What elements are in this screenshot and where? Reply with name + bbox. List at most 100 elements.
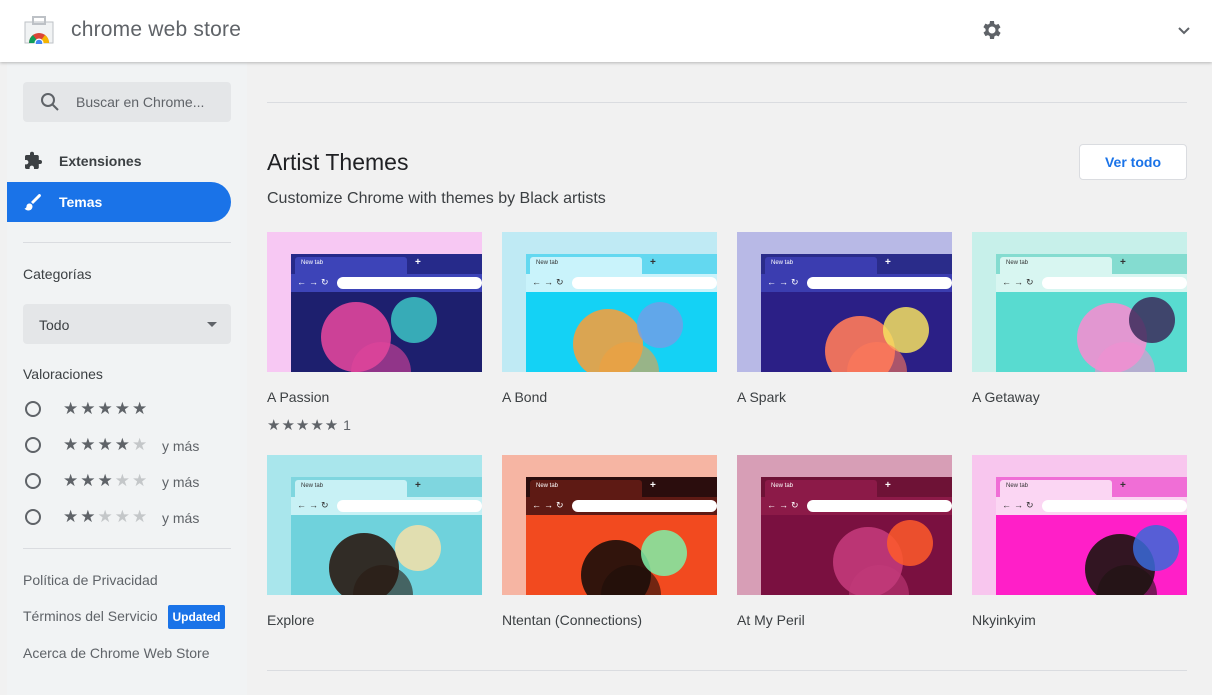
nav-arrows-icon: ←→↻	[1002, 277, 1037, 287]
artwork-shape	[641, 530, 687, 576]
theme-thumbnail[interactable]: New tab + ←→↻	[737, 455, 952, 595]
preview-tab-label: New tab	[536, 260, 559, 266]
preview-tab-label: New tab	[771, 260, 794, 266]
nav-arrows-icon: ←→↻	[297, 500, 332, 510]
preview-tab: New tab	[530, 480, 642, 497]
browser-preview: New tab + ←→↻	[996, 477, 1187, 595]
rating-suffix: y más	[162, 510, 200, 526]
theme-title[interactable]: A Getaway	[972, 389, 1040, 405]
nav-arrows-icon: ←→↻	[767, 277, 802, 287]
rating-filter-4[interactable]: ★★★★★ y más	[23, 434, 231, 458]
theme-title[interactable]: A Bond	[502, 389, 547, 405]
nav-arrows-icon: ←→↻	[1002, 500, 1037, 510]
nav-item-themes[interactable]: Temas	[7, 182, 231, 222]
theme-card[interactable]: New tab + ←→↻ A Getaway	[972, 232, 1187, 432]
star-rating-icon: ★★★★★	[63, 435, 150, 454]
preview-toolbar: ←→↻	[526, 497, 717, 515]
section-subtitle: Customize Chrome with themes by Black ar…	[267, 190, 606, 207]
browser-preview: New tab + ←→↻	[526, 254, 717, 372]
theme-thumbnail[interactable]: New tab + ←→↻	[737, 232, 952, 372]
preview-toolbar: ←→↻	[996, 497, 1187, 515]
theme-thumbnail[interactable]: New tab + ←→↻	[972, 232, 1187, 372]
chevron-down-icon[interactable]	[1174, 21, 1194, 41]
gear-icon[interactable]	[980, 18, 1004, 42]
theme-thumbnail[interactable]: New tab + ←→↻	[267, 455, 482, 595]
preview-toolbar: ←→↻	[996, 274, 1187, 292]
theme-thumbnail[interactable]: New tab + ←→↻	[972, 455, 1187, 595]
preview-tab-label: New tab	[301, 483, 324, 489]
theme-card[interactable]: New tab + ←→↻ A Passion ★★★★★ 1	[267, 232, 482, 434]
preview-omnibox	[1042, 500, 1187, 512]
theme-thumbnail[interactable]: New tab + ←→↻	[502, 455, 717, 595]
brush-icon	[24, 194, 41, 211]
star-rating-icon: ★★★★★	[63, 471, 150, 490]
new-tab-icon: +	[885, 257, 891, 268]
theme-card[interactable]: New tab + ←→↻ Ntentan (Connections)	[502, 455, 717, 655]
category-select-value: Todo	[39, 317, 70, 333]
new-tab-icon: +	[650, 257, 656, 268]
rating-count: 1	[343, 417, 351, 433]
rating-filter-3[interactable]: ★★★★★ y más	[23, 470, 231, 494]
radio-button[interactable]	[25, 437, 41, 453]
rating-suffix: y más	[162, 474, 200, 490]
preview-toolbar: ←→↻	[291, 274, 482, 292]
theme-title[interactable]: Nkyinkyim	[972, 612, 1036, 628]
preview-tab-label: New tab	[301, 260, 324, 266]
about-link[interactable]: Acerca de Chrome Web Store	[23, 645, 210, 661]
new-tab-icon: +	[415, 480, 421, 491]
theme-title[interactable]: A Passion	[267, 389, 329, 405]
preview-omnibox	[337, 500, 482, 512]
rating-filter-5[interactable]: ★★★★★	[23, 398, 231, 422]
rating-filter-2[interactable]: ★★★★★ y más	[23, 506, 231, 530]
new-tab-icon: +	[415, 257, 421, 268]
sidebar-divider	[23, 548, 231, 549]
search-input[interactable]: Buscar en Chrome...	[23, 82, 231, 122]
artwork-shape	[1133, 525, 1179, 571]
preview-tabbar: New tab +	[291, 477, 482, 497]
terms-link[interactable]: Términos del Servicio	[23, 608, 158, 624]
chrome-web-store-logo[interactable]	[24, 16, 54, 44]
preview-tab-label: New tab	[536, 483, 559, 489]
theme-title[interactable]: Explore	[267, 612, 314, 628]
updated-badge: Updated	[168, 605, 225, 629]
radio-button[interactable]	[25, 401, 41, 417]
new-tab-icon: +	[650, 480, 656, 491]
preview-tabbar: New tab +	[996, 254, 1187, 274]
section-title: Artist Themes	[267, 149, 409, 175]
theme-card[interactable]: New tab + ←→↻ At My Peril	[737, 455, 952, 655]
privacy-link[interactable]: Política de Privacidad	[23, 572, 158, 588]
preview-tabbar: New tab +	[526, 477, 717, 497]
preview-tabbar: New tab +	[761, 254, 952, 274]
preview-toolbar: ←→↻	[761, 497, 952, 515]
theme-title[interactable]: A Spark	[737, 389, 786, 405]
browser-preview: New tab + ←→↻	[526, 477, 717, 595]
radio-button[interactable]	[25, 473, 41, 489]
search-icon	[41, 93, 59, 111]
theme-thumbnail[interactable]: New tab + ←→↻	[502, 232, 717, 372]
preview-omnibox	[337, 277, 482, 289]
theme-card[interactable]: New tab + ←→↻ Explore	[267, 455, 482, 655]
theme-thumbnail[interactable]: New tab + ←→↻	[267, 232, 482, 372]
theme-card[interactable]: New tab + ←→↻ A Spark	[737, 232, 952, 432]
preview-artwork	[291, 292, 482, 372]
new-tab-icon: +	[1120, 257, 1126, 268]
preview-artwork	[996, 292, 1187, 372]
preview-tab-label: New tab	[1006, 483, 1029, 489]
preview-artwork	[526, 515, 717, 595]
star-rating-icon: ★★★★★	[267, 417, 340, 434]
preview-tabbar: New tab +	[761, 477, 952, 497]
app-title[interactable]: chrome web store	[71, 18, 241, 42]
nav-arrows-icon: ←→↻	[532, 500, 567, 510]
category-select[interactable]: Todo	[23, 304, 231, 344]
preview-omnibox	[807, 500, 952, 512]
preview-tab-label: New tab	[771, 483, 794, 489]
theme-title[interactable]: Ntentan (Connections)	[502, 612, 642, 628]
theme-card[interactable]: New tab + ←→↻ Nkyinkyim	[972, 455, 1187, 655]
radio-button[interactable]	[25, 509, 41, 525]
preview-tab: New tab	[1000, 480, 1112, 497]
preview-toolbar: ←→↻	[761, 274, 952, 292]
view-all-button[interactable]: Ver todo	[1079, 144, 1187, 180]
theme-title[interactable]: At My Peril	[737, 612, 805, 628]
nav-item-extensions[interactable]: Extensiones	[7, 141, 231, 181]
theme-card[interactable]: New tab + ←→↻ A Bond	[502, 232, 717, 432]
